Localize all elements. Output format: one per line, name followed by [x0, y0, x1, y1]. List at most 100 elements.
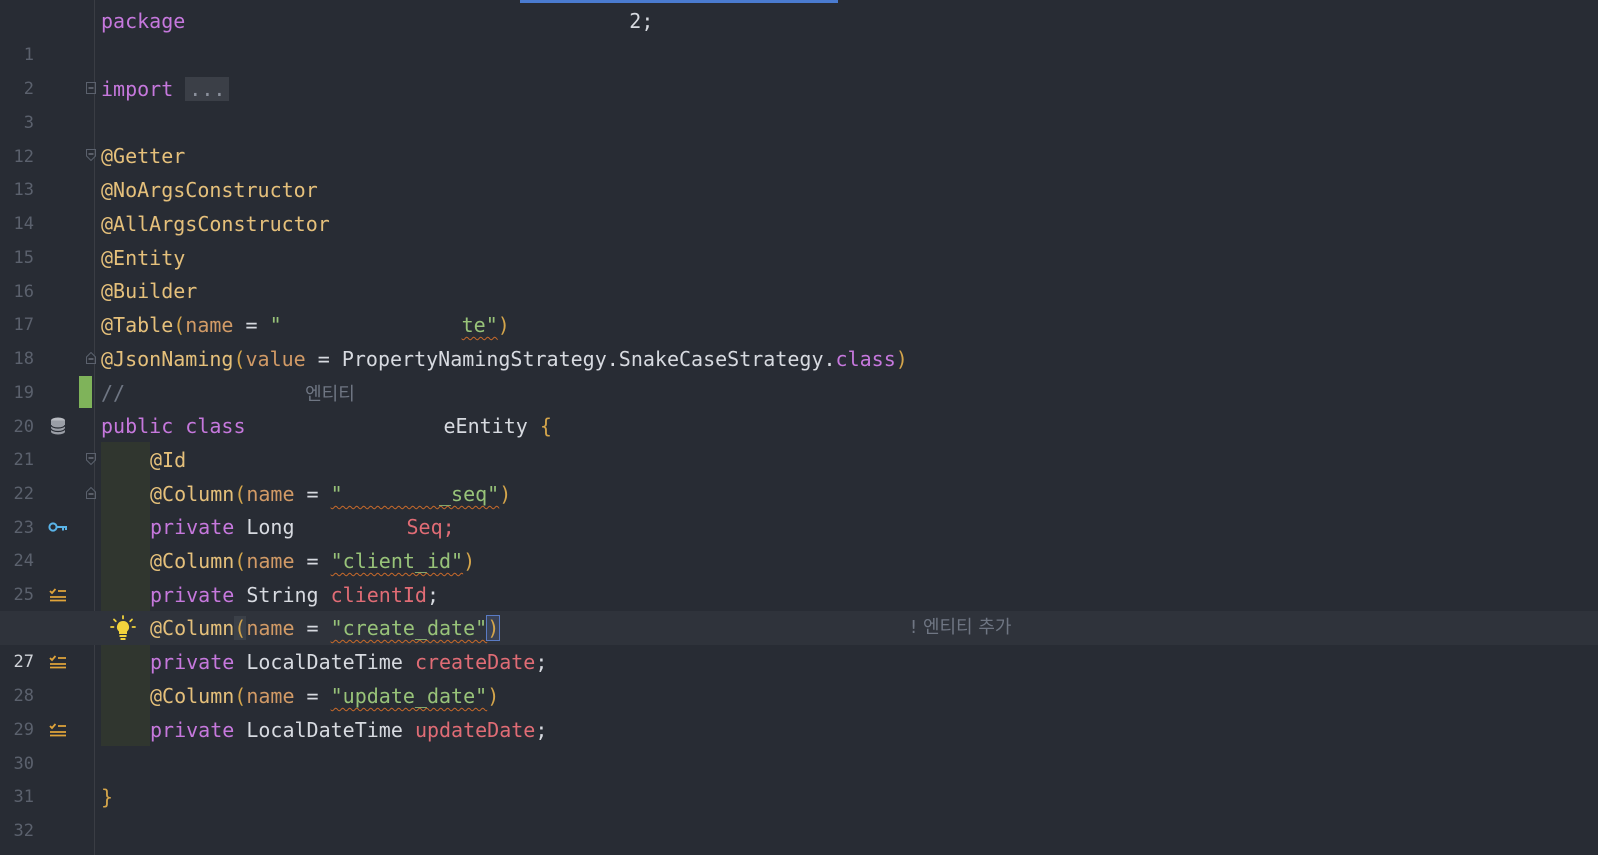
semicolon: ; — [535, 718, 548, 742]
field-name: createDate — [414, 650, 536, 674]
code-line[interactable]: 18 @Table(name = " te") — [0, 308, 1598, 369]
annotation: @Id — [150, 448, 187, 472]
code-line[interactable]: 25 @Column(name = "client_id") — [0, 544, 1598, 605]
package-tail: 2; — [629, 9, 654, 33]
code-line[interactable]: 17 @Builder — [0, 274, 1598, 335]
annotation: @Entity — [101, 246, 186, 270]
type-ref: PropertyNamingStrategy.SnakeCaseStrategy… — [341, 347, 836, 371]
string: "create_date" — [330, 616, 488, 640]
field-name: updateDate — [414, 718, 536, 742]
brace: } — [101, 785, 114, 809]
column-mapping-icon[interactable] — [48, 645, 68, 679]
string: " _seq" — [330, 482, 500, 506]
key-icon[interactable] — [48, 510, 68, 544]
code-text: @Column(name = "update_date") — [150, 684, 500, 708]
fold-toggle-icon[interactable] — [86, 82, 96, 94]
code-line[interactable]: 19 @JsonNaming(value = PropertyNamingStr… — [0, 342, 1598, 403]
code-text: @Column(name = " _seq") — [150, 482, 512, 506]
string: "client_id" — [330, 549, 464, 573]
code-text: public class eEntity { — [101, 409, 552, 443]
attr-name: name — [246, 684, 295, 708]
attr-name: value — [245, 347, 306, 371]
code-text: @Table(name = " te") — [101, 308, 510, 342]
code-text: private Long Seq; — [150, 510, 455, 544]
code-line[interactable]: 33 — [0, 814, 1598, 848]
paren: ) — [497, 313, 510, 337]
attr-name: name — [185, 313, 234, 337]
lightbulb-icon[interactable] — [110, 615, 136, 641]
attr-name: name — [246, 616, 295, 640]
annotation: @AllArgsConstructor — [101, 212, 330, 236]
annotation: @Column — [150, 616, 235, 640]
inline-hint: ! 엔티티 추가 — [910, 617, 1012, 638]
keyword: private — [150, 515, 235, 539]
line-number: 33 — [0, 848, 34, 855]
comment-slashes: // — [101, 381, 126, 405]
code-line[interactable]: 23 @Column(name = " _seq") — [0, 477, 1598, 538]
column-mapping-icon[interactable] — [48, 713, 68, 747]
code-line[interactable]: 12 — [0, 106, 1598, 167]
code-line[interactable]: 26 private String clientId; — [0, 578, 1598, 639]
code-line[interactable]: 13 @Getter — [0, 139, 1598, 200]
annotation: @Column — [150, 549, 235, 573]
string: te" — [461, 313, 498, 337]
comment: // 엔티티 — [101, 376, 355, 412]
code-text: private LocalDateTime updateDate; — [150, 713, 547, 747]
fold-toggle-icon[interactable] — [86, 149, 96, 161]
type-ref: Long — [246, 515, 295, 539]
annotation: @NoArgsConstructor — [101, 178, 318, 202]
keyword: private — [150, 583, 235, 607]
field-name: clientId — [330, 583, 427, 607]
fold-toggle-icon[interactable] — [86, 453, 96, 465]
code-line[interactable]: 16 @Entity — [0, 241, 1598, 302]
folded-imports[interactable]: ... — [185, 77, 230, 101]
operator: = — [305, 347, 342, 371]
operator: = — [233, 313, 270, 337]
keyword: private — [150, 718, 235, 742]
type-ref: LocalDateTime — [246, 718, 403, 742]
column-mapping-icon[interactable] — [48, 578, 68, 612]
string: " — [269, 313, 282, 337]
code-line[interactable]: 15 @AllArgsConstructor — [0, 207, 1598, 268]
code-line[interactable]: 24 private Long Seq; — [0, 510, 1598, 571]
code-text: private LocalDateTime createDate; — [150, 645, 547, 679]
code-text: @Column(name = "client_id") — [150, 549, 476, 573]
keyword: private — [150, 650, 235, 674]
text-cursor-paren: ) — [486, 615, 501, 641]
attr-name: name — [246, 549, 295, 573]
code-line[interactable]: 22 @Id — [0, 443, 1598, 504]
code-line[interactable]: 30 private LocalDateTime updateDate; — [0, 713, 1598, 774]
paren: ) — [895, 347, 908, 371]
code-line[interactable]: 29 @Column(name = "update_date") — [0, 679, 1598, 740]
paren: ) — [487, 684, 500, 708]
annotation: @Column — [150, 684, 235, 708]
database-icon[interactable] — [48, 409, 68, 443]
paren: ) — [463, 549, 476, 573]
paren: ( — [173, 313, 186, 337]
code-line[interactable]: 21 public class eEntity { — [0, 409, 1598, 470]
code-text: package 2; — [101, 4, 653, 38]
code-editor[interactable]: 1 package 2; 2 3 import ... 12 13 @Getter… — [0, 0, 1598, 855]
fold-end-icon[interactable] — [86, 487, 96, 499]
fold-end-icon[interactable] — [86, 352, 96, 364]
code-line[interactable]: 28 private LocalDateTime createDate; — [0, 645, 1598, 706]
code-text: @Column(name = "create_date") — [150, 615, 501, 641]
code-line[interactable]: 31 — [0, 746, 1598, 807]
active-tab-indicator — [520, 0, 838, 3]
code-text: @JsonNaming(value = PropertyNamingStrate… — [101, 342, 908, 376]
keyword: import — [101, 77, 174, 101]
code-line[interactable]: 2 — [0, 38, 1598, 99]
annotation: @Builder — [101, 279, 198, 303]
code-line-current[interactable]: 27 @Column(name = "create_date") ! 엔티티 추… — [0, 611, 1598, 672]
code-line[interactable]: 20 //엔티티 — [0, 376, 1598, 437]
code-line[interactable]: 3 import ... — [0, 72, 1598, 133]
field-name: Seq; — [406, 515, 455, 539]
brace: { — [539, 414, 552, 438]
keyword: package — [101, 9, 186, 33]
code-line[interactable]: 1 package 2; — [0, 4, 1598, 65]
annotation: @JsonNaming — [101, 347, 234, 371]
code-line[interactable]: 14 @NoArgsConstructor — [0, 173, 1598, 234]
annotation: @Getter — [101, 144, 186, 168]
semicolon: ; — [426, 583, 440, 607]
code-line[interactable]: 32 } — [0, 780, 1598, 841]
